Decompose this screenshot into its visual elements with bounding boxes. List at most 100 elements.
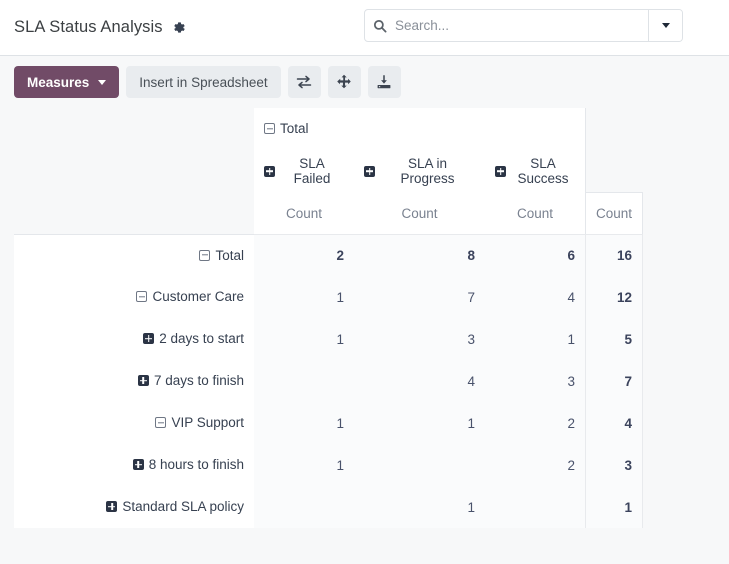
cell-value[interactable]: 1 (354, 486, 485, 528)
cell-value[interactable]: 6 (485, 234, 586, 276)
row-header-7-days-to-finish[interactable]: 7 days to finish (14, 360, 254, 402)
expand-icon[interactable] (364, 165, 375, 177)
corner-cell-2 (14, 150, 254, 192)
download-xlsx-button[interactable] (367, 66, 401, 98)
cell-value[interactable] (254, 360, 354, 402)
row-header-label: VIP Support (171, 415, 244, 430)
cell-value[interactable]: 1 (254, 318, 354, 360)
cell-row-total[interactable]: 16 (586, 234, 644, 276)
expand-icon[interactable] (137, 375, 149, 386)
search-input[interactable] (395, 10, 648, 41)
measure-header-grand-total[interactable]: Count (586, 192, 644, 234)
cell-value[interactable]: 2 (254, 234, 354, 276)
cell-value[interactable]: 1 (354, 402, 485, 444)
corner-cell-3 (14, 192, 254, 234)
col-group-total-label: Total (280, 121, 309, 136)
collapse-icon[interactable] (155, 417, 167, 428)
cell-row-total[interactable]: 4 (586, 402, 644, 444)
expand-icon[interactable] (264, 165, 275, 177)
flip-axis-icon (296, 74, 312, 90)
expand-all-icon (336, 74, 352, 90)
row-header-standard-sla-policy[interactable]: Standard SLA policy (14, 486, 254, 528)
col-header-label: SLA Failed (293, 156, 331, 186)
cell-value[interactable]: 3 (354, 318, 485, 360)
cell-value[interactable]: 1 (254, 402, 354, 444)
grand-total-corner-2 (586, 150, 643, 192)
row-header-total[interactable]: Total (14, 234, 254, 276)
cell-value[interactable]: 4 (485, 276, 586, 318)
row-header-label: Standard SLA policy (122, 499, 244, 514)
cell-value[interactable] (254, 486, 354, 528)
measures-button[interactable]: Measures (14, 66, 120, 98)
table-row: Total 2 8 6 16 (14, 234, 644, 276)
cell-value[interactable] (354, 444, 485, 486)
expand-icon[interactable] (132, 459, 144, 470)
pivot-tbody: Total 2 8 6 16 Customer Care 1 7 4 12 2 … (14, 234, 644, 528)
breadcrumb: SLA Status Analysis (14, 18, 186, 37)
search-icon (365, 10, 395, 41)
measure-header-sla-in-progress[interactable]: Count (354, 192, 485, 234)
expand-icon[interactable] (143, 333, 155, 344)
control-panel-top: SLA Status Analysis (0, 0, 729, 56)
chevron-down-icon (661, 23, 670, 28)
collapse-icon[interactable] (136, 291, 148, 302)
cell-value[interactable]: 1 (254, 444, 354, 486)
row-header-label: 8 hours to finish (148, 457, 244, 472)
col-header-sla-failed[interactable]: SLA Failed (254, 150, 354, 192)
pivot-header-row-groups: SLA Failed SLA in Progress SLA Success (14, 150, 643, 192)
insert-in-spreadsheet-button[interactable]: Insert in Spreadsheet (126, 66, 281, 98)
pivot-header-row-root: Total (14, 108, 643, 150)
row-header-label: Total (215, 247, 244, 263)
search-dropdown-toggle[interactable] (648, 10, 682, 41)
cell-value[interactable]: 1 (254, 276, 354, 318)
row-header-customer-care[interactable]: Customer Care (14, 276, 254, 318)
cell-row-total[interactable]: 12 (586, 276, 644, 318)
measures-label: Measures (27, 74, 90, 90)
table-row: Customer Care 1 7 4 12 (14, 276, 644, 318)
table-row: 8 hours to finish 1 2 3 (14, 444, 644, 486)
table-row: VIP Support 1 1 2 4 (14, 402, 644, 444)
expand-all-button[interactable] (327, 66, 361, 98)
cell-row-total[interactable]: 1 (586, 486, 644, 528)
expand-icon[interactable] (495, 165, 506, 177)
flip-axis-button[interactable] (287, 66, 321, 98)
cell-value[interactable] (485, 486, 586, 528)
row-header-label: Customer Care (152, 289, 244, 304)
row-header-8-hours-to-finish[interactable]: 8 hours to finish (14, 444, 254, 486)
download-xlsx-icon (376, 74, 392, 90)
pivot-thead: Total SLA Failed SLA in Progress SLA Suc… (14, 108, 644, 234)
measure-header-sla-success[interactable]: Count (485, 192, 586, 234)
collapse-icon[interactable] (199, 249, 211, 261)
cell-value[interactable]: 8 (354, 234, 485, 276)
chevron-down-icon (98, 79, 107, 85)
pivot-measure-row: Count Count Count Count (14, 192, 644, 234)
cell-value[interactable]: 3 (485, 360, 586, 402)
grand-total-corner (586, 108, 643, 150)
cell-row-total[interactable]: 5 (586, 318, 644, 360)
cell-value[interactable]: 4 (354, 360, 485, 402)
cell-value[interactable]: 2 (485, 402, 586, 444)
cell-value[interactable]: 1 (485, 318, 586, 360)
row-header-label: 7 days to finish (153, 373, 244, 388)
cell-value[interactable]: 7 (354, 276, 485, 318)
gear-icon[interactable] (171, 20, 186, 35)
col-header-label: SLA Success (517, 156, 569, 186)
measure-header-sla-failed[interactable]: Count (254, 192, 354, 234)
pivot-toolbar: Measures Insert in Spreadsheet (0, 56, 729, 108)
pivot-table-container: Total SLA Failed SLA in Progress SLA Suc… (0, 108, 729, 564)
row-header-label: 2 days to start (159, 331, 244, 346)
search-view[interactable] (364, 9, 683, 42)
pivot-table: Total SLA Failed SLA in Progress SLA Suc… (14, 108, 644, 528)
col-header-sla-success[interactable]: SLA Success (485, 150, 586, 192)
cell-value[interactable]: 2 (485, 444, 586, 486)
col-group-total[interactable]: Total (254, 108, 586, 150)
col-header-sla-in-progress[interactable]: SLA in Progress (354, 150, 485, 192)
collapse-icon[interactable] (264, 123, 275, 134)
cell-row-total[interactable]: 3 (586, 444, 644, 486)
expand-icon[interactable] (106, 501, 118, 512)
row-header-vip-support[interactable]: VIP Support (14, 402, 254, 444)
table-row: Standard SLA policy 1 1 (14, 486, 644, 528)
cell-row-total[interactable]: 7 (586, 360, 644, 402)
table-row: 7 days to finish 4 3 7 (14, 360, 644, 402)
row-header-2-days-to-start[interactable]: 2 days to start (14, 318, 254, 360)
